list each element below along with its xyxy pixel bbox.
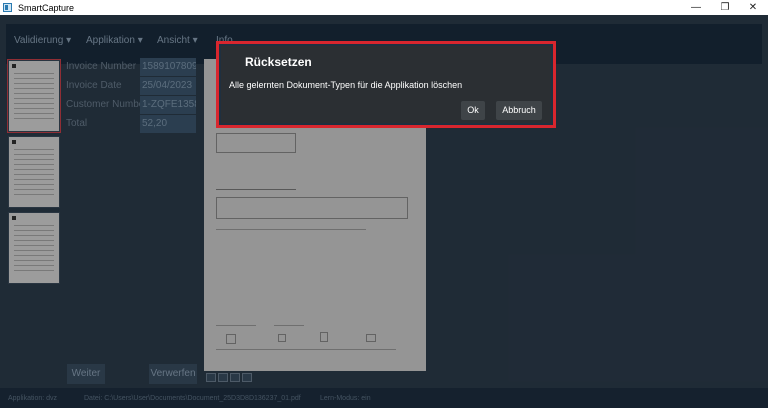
app-icon bbox=[3, 3, 12, 12]
close-button[interactable]: ✕ bbox=[738, 0, 768, 15]
dialog-message: Alle gelernten Dokument-Typen für die Ap… bbox=[229, 80, 463, 90]
window-title: SmartCapture bbox=[18, 2, 75, 13]
reset-dialog: Rücksetzen Alle gelernten Dokument-Typen… bbox=[216, 41, 556, 128]
title-bar: SmartCapture — ❐ ✕ bbox=[0, 0, 768, 15]
minimize-button[interactable]: — bbox=[681, 0, 711, 15]
dialog-panel: Rücksetzen Alle gelernten Dokument-Typen… bbox=[221, 46, 551, 123]
maximize-button[interactable]: ❐ bbox=[710, 0, 740, 15]
cancel-button[interactable]: Abbruch bbox=[496, 101, 542, 120]
ok-button[interactable]: Ok bbox=[461, 101, 485, 120]
dialog-title: Rücksetzen bbox=[245, 55, 312, 69]
